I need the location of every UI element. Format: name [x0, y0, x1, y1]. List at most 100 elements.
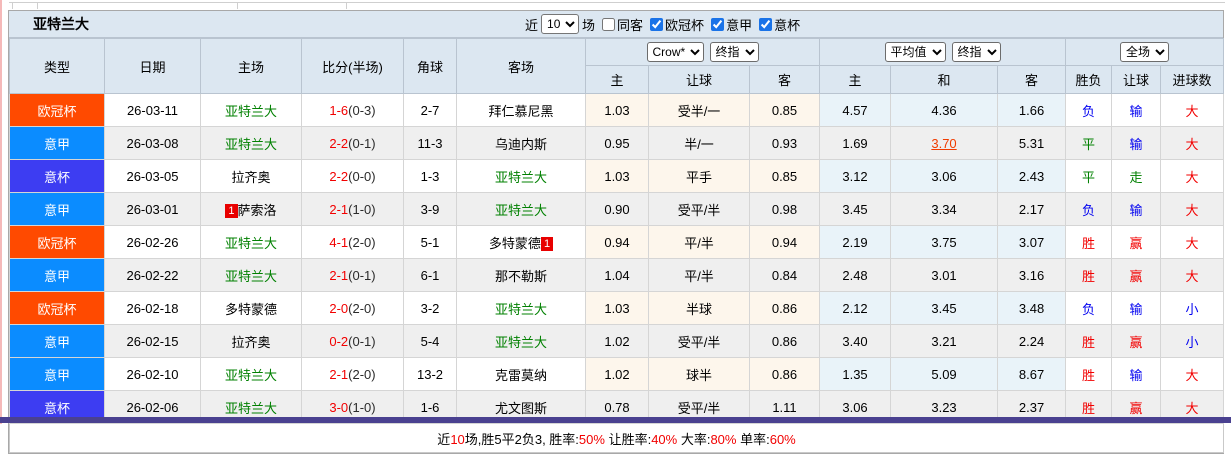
odds-handicap: 平/半 — [648, 258, 750, 292]
champions-league-checkbox[interactable] — [650, 17, 664, 31]
league-badge: 欧冠杯 — [9, 225, 105, 259]
odds-away: 0.86 — [748, 291, 821, 325]
same-away-label: 同客 — [617, 17, 644, 33]
league-badge: 意甲 — [9, 357, 105, 391]
full-time-score: 2-2 — [329, 135, 349, 151]
odds-home: 0.90 — [585, 192, 649, 226]
match-row: 欧冠杯 26-02-18 多特蒙德 2-0(2-0) 3-2 亚特兰大 1.03 半球 0.86… — [9, 291, 1225, 325]
result-outcome: 胜 — [1065, 324, 1113, 358]
scope-group: 全场 — [1065, 38, 1225, 66]
coppa-italia-checkbox[interactable] — [759, 17, 773, 31]
home-team: 亚特兰大 — [200, 126, 302, 160]
champions-league-option: 欧冠杯 — [646, 15, 704, 34]
coppa-italia-label: 意杯 — [774, 17, 801, 33]
avg-odds: 3.70 — [890, 126, 999, 160]
odds-handicap: 受半/一 — [648, 93, 750, 127]
previous-table-bottom-border — [9, 2, 1225, 3]
result-handicap: 走 — [1111, 159, 1162, 193]
coppa-italia-option: 意杯 — [755, 15, 800, 34]
result-outcome: 胜 — [1065, 225, 1113, 259]
avg-odds: 8.67 — [997, 357, 1067, 391]
match-date: 26-02-22 — [104, 258, 201, 292]
header-row-groups: 类型 日期 主场 比分(半场) 角球 客场 Crow* 终指 平均值 终指 全场 — [9, 38, 1225, 94]
border-tick — [37, 2, 38, 9]
match-row: 欧冠杯 26-03-11 亚特兰大 1-6(0-3) 2-7 拜仁慕尼黑 1.03 受半/一 0… — [9, 93, 1225, 127]
result-goals: 大 — [1160, 258, 1225, 292]
summary-row: 近10场,胜5平2负3, 胜率:50% 让胜率:40% 大率:80% 单率:60… — [8, 423, 1225, 453]
full-time-score: 0-2 — [329, 333, 349, 349]
odds-home: 1.02 — [585, 324, 649, 358]
result-handicap: 输 — [1111, 126, 1162, 160]
match-date: 26-02-18 — [104, 291, 201, 325]
corner-score: 3-9 — [403, 192, 457, 226]
score-cell: 2-1(2-0) — [301, 357, 404, 391]
odds-away: 0.86 — [748, 324, 821, 358]
match-date: 26-02-15 — [104, 324, 201, 358]
average-select[interactable]: 平均值 — [884, 42, 946, 62]
match-date: 26-03-08 — [104, 126, 201, 160]
odds-away: 0.94 — [748, 225, 821, 259]
league-badge: 意甲 — [9, 192, 105, 226]
average-time-select[interactable]: 终指 — [951, 42, 1001, 62]
odds-away: 0.86 — [748, 357, 821, 391]
odds-handicap: 平手 — [648, 159, 750, 193]
odds-home: 1.03 — [585, 291, 649, 325]
match-count-select[interactable]: 10 — [541, 14, 580, 34]
scope-select[interactable]: 全场 — [1120, 42, 1170, 62]
sub-header-odds-home: 主 — [585, 65, 649, 94]
bookmaker-time-select[interactable]: 终指 — [709, 42, 759, 62]
red-card-badge: 1 — [540, 236, 554, 251]
result-goals: 大 — [1160, 225, 1225, 259]
avg-odds: 2.17 — [997, 192, 1067, 226]
avg-odds: 3.01 — [890, 258, 999, 292]
page-bottom-bar — [0, 417, 1231, 423]
record-summary: 近10场,胜5平2负3, 胜率:50% 让胜率:40% 大率:80% 单率:60… — [8, 423, 1225, 453]
result-outcome: 负 — [1065, 93, 1113, 127]
match-date: 26-03-05 — [104, 159, 201, 193]
match-row: 意甲 26-02-10 亚特兰大 2-1(2-0) 13-2 克雷莫纳 1.02 球半 0.86… — [9, 357, 1225, 391]
avg-odds: 3.34 — [890, 192, 999, 226]
col-header-score: 比分(半场) — [301, 38, 404, 94]
league-badge: 意甲 — [9, 258, 105, 292]
same-away-checkbox[interactable] — [602, 17, 616, 31]
bookmaker-select[interactable]: Crow* — [646, 42, 704, 62]
match-date: 26-03-01 — [104, 192, 201, 226]
sub-header-odds-handicap: 让球 — [648, 65, 750, 94]
home-team: 亚特兰大 — [200, 258, 302, 292]
bookmaker-odds-group: Crow* 终指 — [584, 38, 821, 66]
odds-handicap: 平/半 — [648, 225, 750, 259]
corner-score: 6-1 — [403, 258, 457, 292]
result-handicap: 输 — [1111, 192, 1162, 226]
home-team: 亚特兰大 — [200, 93, 302, 127]
odds-home: 0.94 — [585, 225, 649, 259]
odds-handicap: 受平/半 — [648, 324, 750, 358]
odds-away: 0.98 — [748, 192, 821, 226]
avg-odds: 3.06 — [890, 159, 999, 193]
col-header-corner: 角球 — [403, 38, 457, 94]
match-row: 意甲 26-03-08 亚特兰大 2-2(0-1) 11-3 乌迪内斯 0.95 半/一 0.9… — [9, 126, 1225, 160]
sub-header-outcome: 胜负 — [1065, 65, 1113, 94]
odds-home: 0.95 — [585, 126, 649, 160]
half-time-score: (0-1) — [348, 135, 376, 151]
avg-odds: 3.12 — [819, 159, 892, 193]
match-history-table: 类型 日期 主场 比分(半场) 角球 客场 Crow* 终指 平均值 终指 全场 主… — [8, 38, 1225, 453]
sub-header-goals: 进球数 — [1160, 65, 1225, 94]
away-team: 乌迪内斯 — [456, 126, 586, 160]
serie-a-option: 意甲 — [707, 15, 752, 34]
home-team: 多特蒙德 — [200, 291, 302, 325]
home-team: 拉齐奥 — [200, 324, 302, 358]
match-date: 26-02-10 — [104, 357, 201, 391]
result-goals: 大 — [1160, 93, 1225, 127]
away-team: 拜仁慕尼黑 — [456, 93, 586, 127]
serie-a-checkbox[interactable] — [711, 17, 725, 31]
odds-home: 1.03 — [585, 159, 649, 193]
avg-odds: 2.24 — [997, 324, 1067, 358]
avg-odds: 3.07 — [997, 225, 1067, 259]
avg-odds: 4.57 — [819, 93, 892, 127]
full-time-score: 2-0 — [329, 300, 349, 316]
home-team: 亚特兰大 — [200, 357, 302, 391]
league-badge: 欧冠杯 — [9, 93, 105, 127]
odds-home: 1.03 — [585, 93, 649, 127]
same-away-option: 同客 — [598, 15, 643, 34]
col-header-home: 主场 — [200, 38, 302, 94]
